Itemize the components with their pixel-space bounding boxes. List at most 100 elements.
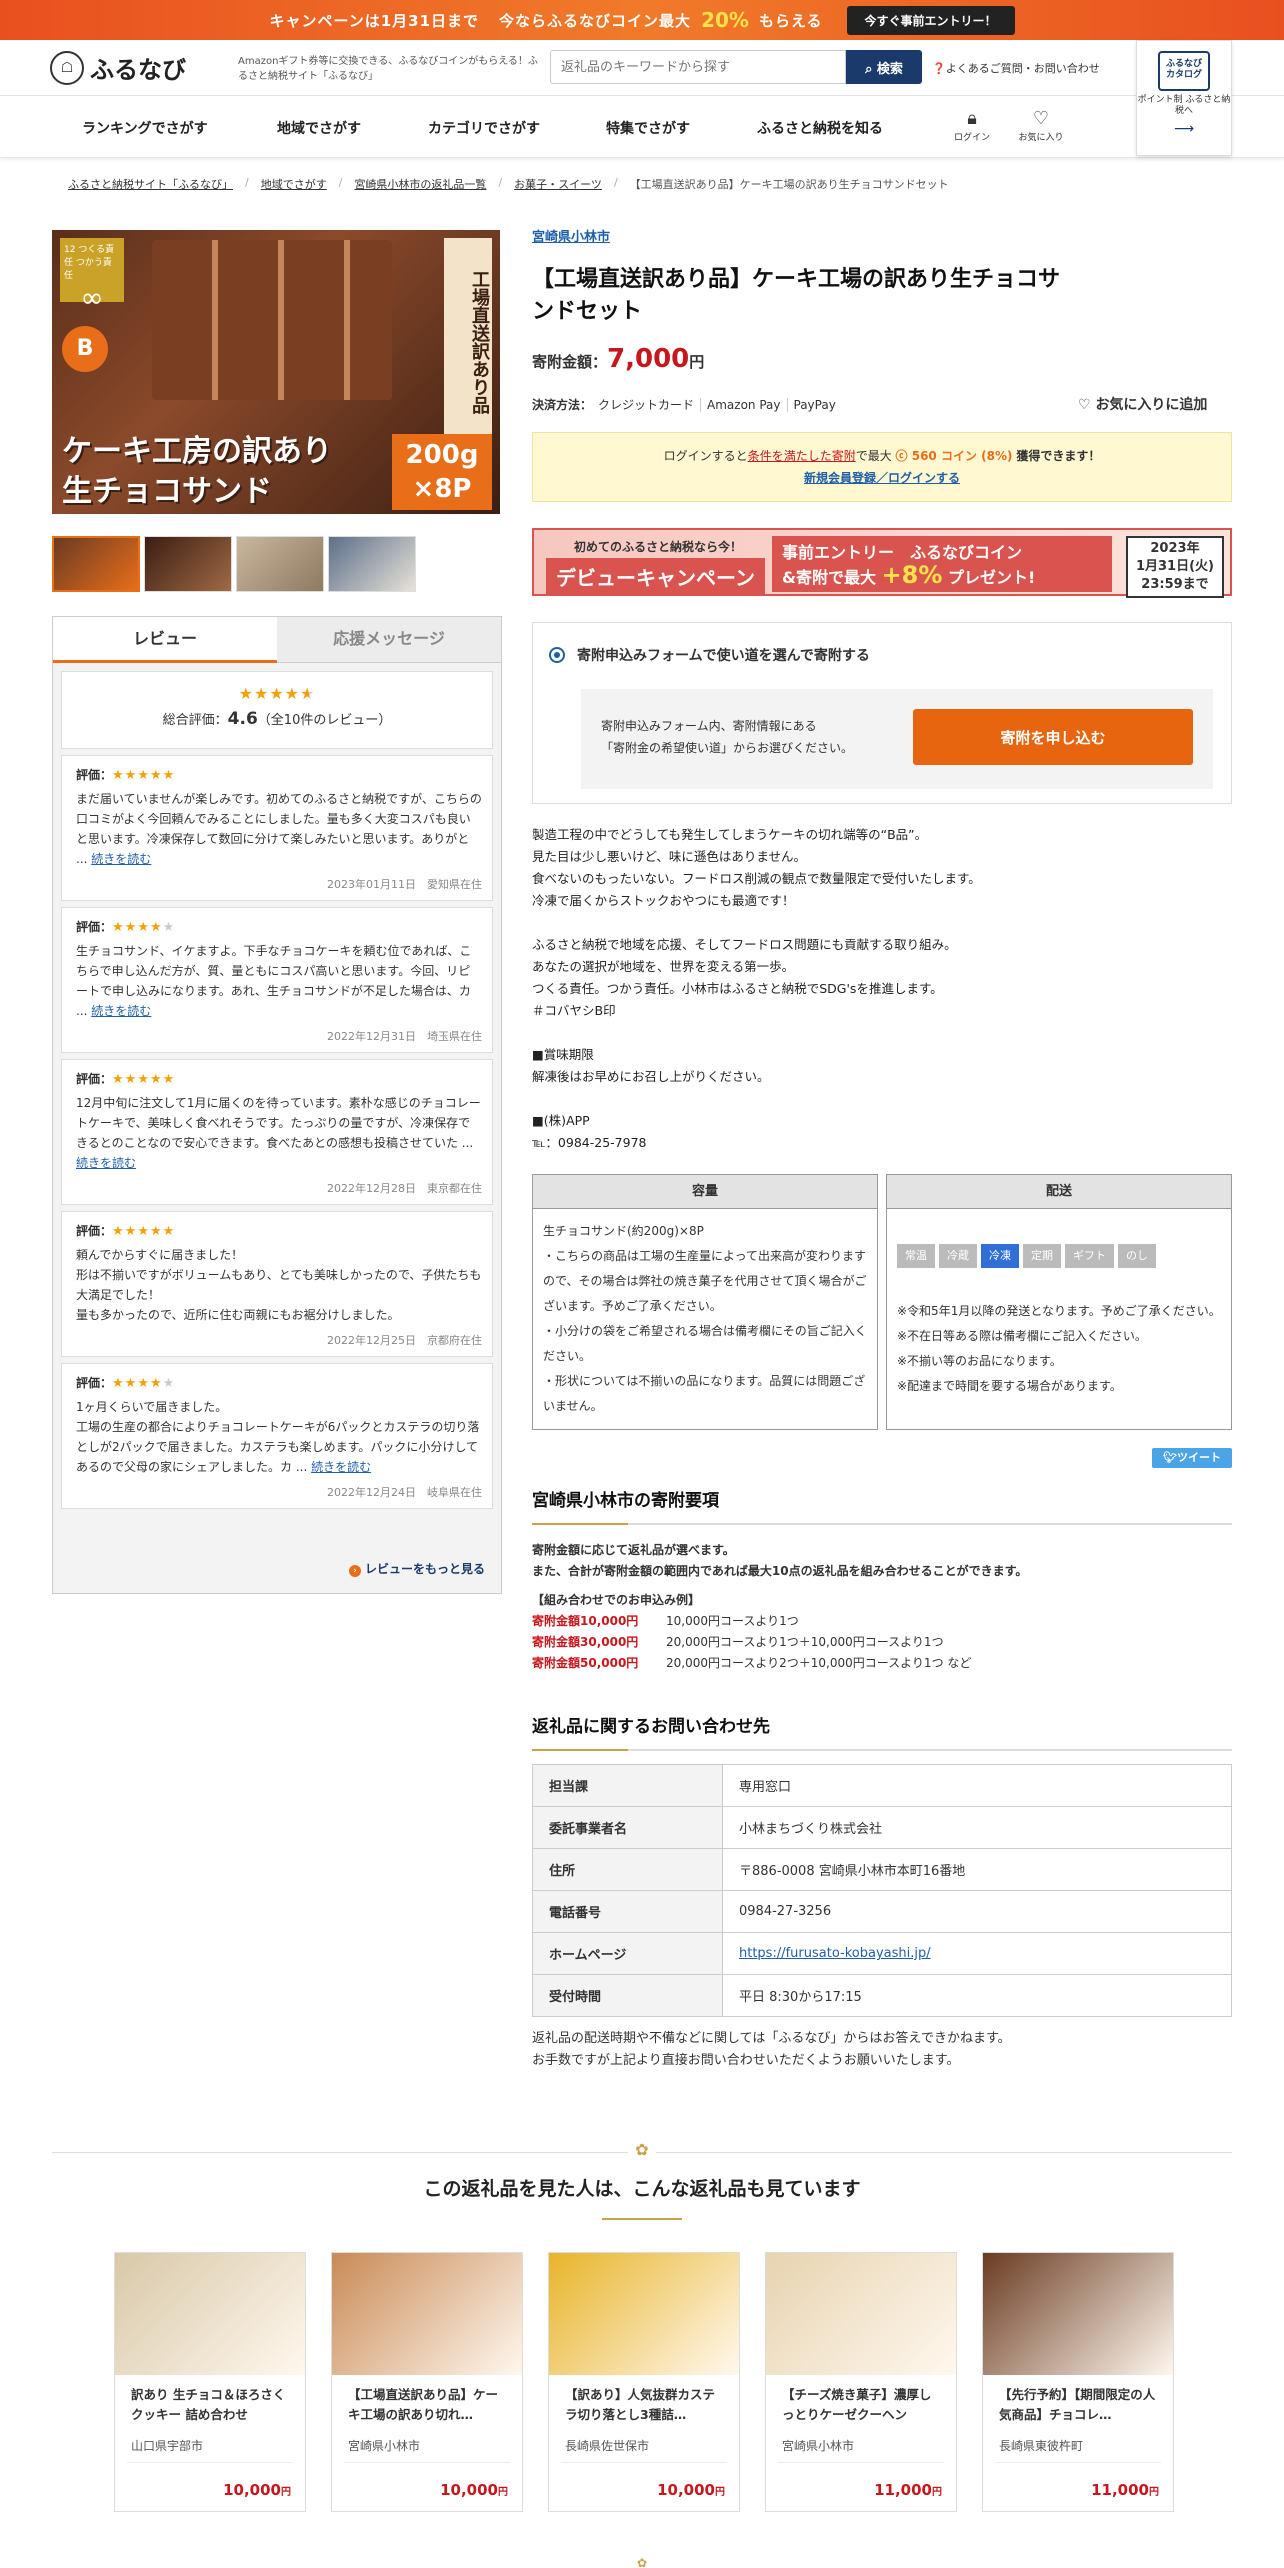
example-amount: 寄附金額50,000円 xyxy=(532,1656,639,1670)
review-list: 評価：★★★★★ まだ届いていませんが楽しみです。初めてのふるさと納税ですが、こち… xyxy=(53,755,501,1509)
contact-row: 受付時間 平日 8:30から17:15 xyxy=(532,1974,1232,2017)
campaign-text: 今ならふるなびコイン最大 xyxy=(499,11,692,30)
register-login-link[interactable]: 新規会員登録／ログインする xyxy=(804,471,960,485)
recommended-image xyxy=(549,2253,739,2375)
guide-example-row: 寄附金額10,000円 10,000円コースより1つ xyxy=(532,1611,1232,1632)
debut-offer: 事前エントリー ふるなびコイン &寄附で最大 +8% プレゼント! xyxy=(772,536,1112,592)
contact-row: ホームページ https://furusato-kobayashi.jp/ xyxy=(532,1932,1232,1975)
review-stars-on: ★★★★★ xyxy=(112,1224,176,1239)
nav-category[interactable]: カテゴリでさがす xyxy=(428,118,540,138)
add-favorite-button[interactable]: ♡ お気に入りに追加 xyxy=(1078,394,1207,414)
read-more-link[interactable]: 続きを読む xyxy=(91,1004,151,1018)
rating-line: 総合評価：4.6（全10件のレビュー） xyxy=(62,709,492,729)
breadcrumb-region[interactable]: 地域でさがす xyxy=(261,176,327,192)
site-logo[interactable]: ☖ ふるなび xyxy=(50,50,186,85)
read-more-link[interactable]: 続きを読む xyxy=(311,1460,371,1474)
review-item: 評価：★★★★★ まだ届いていませんが楽しみです。初めてのふるさと納税ですが、こち… xyxy=(61,755,493,901)
recommended-price-unit: 円 xyxy=(715,2487,725,2498)
tab-messages[interactable]: 応援メッセージ xyxy=(277,617,501,663)
recommended-price-amount: 10,000 xyxy=(440,2481,498,2499)
campaign-banner[interactable]: キャンペーンは1月31日まで 今ならふるなびコイン最大 20% もらえる 今すぐ… xyxy=(0,0,1284,40)
debut-campaign-banner[interactable]: 初めてのふるさと納税なら今！ デビューキャンペーン 事前エントリー ふるなびコイ… xyxy=(532,528,1232,598)
review-text: 頼んでからすぐに届きました！ 形は不揃いですがボリュームもあり、とても美味しかっ… xyxy=(76,1248,482,1322)
image-headline-2: 生チョコサンド xyxy=(62,474,272,509)
guide-line2: また、合計が寄附金額の範囲内であれば最大10点の返礼品を組み合わせることができま… xyxy=(532,1564,1028,1578)
recommended-card[interactable]: 【先行予約】【期間限定の人気商品】チョコレ… 長崎県東彼杵町 11,000円 xyxy=(982,2252,1174,2512)
recommended-card[interactable]: 【訳あり】人気抜群カステラ切り落とし3種詰… 長崎県佐世保市 10,000円 xyxy=(548,2252,740,2512)
guide-example-row: 寄附金額30,000円 20,000円コースより1つ＋10,000円コースより1つ xyxy=(532,1632,1232,1653)
recommended-price-amount: 10,000 xyxy=(223,2481,281,2499)
review-rating: 評価：★★★★★ xyxy=(76,1374,482,1391)
login-label: ログイン xyxy=(953,133,990,143)
contact-value: 専用窓口 xyxy=(739,1780,792,1795)
login-button[interactable]: 🔒︎ ログイン xyxy=(942,108,1002,143)
review-stars-icon: ★★★★★ xyxy=(112,1072,175,1087)
debut-deadline: 2023年 1月31日(火) 23:59まで xyxy=(1125,536,1224,598)
thumbnail-3[interactable] xyxy=(236,536,324,592)
tweet-button[interactable]: 🐦︎ツイート xyxy=(1152,1448,1232,1468)
municipality-link[interactable]: 宮崎県小林市 xyxy=(532,226,610,245)
notice-post: 獲得できます！ xyxy=(1016,449,1101,463)
search-button[interactable]: ⌕ 検索 xyxy=(846,50,922,84)
favorites-button[interactable]: ♡ お気に入り xyxy=(1011,108,1071,143)
breadcrumb-municipality[interactable]: 宮崎県小林市の返礼品一覧 xyxy=(354,176,486,192)
shipping-body-wrap: 常温 冷蔵 冷凍 定期 ギフト のし ※令和5年1月以降の発送となります。予めご了承くださ… xyxy=(887,1209,1231,1434)
catalog-book-icon: ふるなび カタログ xyxy=(1158,51,1210,91)
nav-ranking[interactable]: ランキングでさがす xyxy=(82,118,208,138)
campaign-text-end: もらえる xyxy=(758,11,823,30)
breadcrumb-home[interactable]: ふるさと納税サイト「ふるなび」 xyxy=(68,176,233,192)
example-combination: 20,000円コースより1つ＋10,000円コースより1つ xyxy=(666,1635,944,1649)
nav-region[interactable]: 地域でさがす xyxy=(277,118,361,138)
radio-selected-icon[interactable] xyxy=(549,647,565,663)
review-meta: 2022年12月24日 岐阜県在住 xyxy=(327,1486,482,1499)
more-reviews-link[interactable]: › レビューをもっと見る xyxy=(348,1560,485,1577)
recommended-price: 11,000円 xyxy=(1091,2481,1159,2499)
review-item: 評価：★★★★★ 12月中旬に注文して1月に届くのを待っています。素朴な感じのチョ… xyxy=(61,1059,493,1205)
shipping-tag: 冷凍 xyxy=(981,1244,1019,1268)
example-combination: 20,000円コースより2つ＋10,000円コースより1つ など xyxy=(666,1656,972,1670)
nav-feature[interactable]: 特集でさがす xyxy=(606,118,690,138)
review-stars-icon: ★★★★★ xyxy=(112,920,175,935)
tweet-label: ツイート xyxy=(1176,1451,1221,1464)
review-item: 評価：★★★★★ 生チョコサンド、イケますよ。下手なチョコケーキを頼む位であれば、… xyxy=(61,907,493,1053)
recommended-card[interactable]: 訳あり 生チョコ＆ほろさくクッキー 詰め合わせ 山口県宇部市 10,000円 xyxy=(114,2252,306,2512)
logo-mark-icon: ☖ xyxy=(50,50,84,85)
review-meta: 2022年12月31日 埼玉県在住 xyxy=(327,1030,482,1043)
rating-prefix: 総合評価： xyxy=(162,713,228,728)
thumbnail-2[interactable] xyxy=(144,536,232,592)
contact-value: 小林まちづくり株式会社 xyxy=(739,1822,883,1837)
faq-link[interactable]: ❓よくあるご質問・お問い合わせ xyxy=(932,60,1100,76)
recommended-location: 宮崎県小林市 xyxy=(344,2433,510,2463)
homepage-link[interactable]: https://furusato-kobayashi.jp/ xyxy=(739,1946,931,1961)
pre-entry-button[interactable]: 今すぐ事前エントリー！ xyxy=(846,5,1015,35)
review-stars-off: ★ xyxy=(162,1376,176,1391)
review-stars-off: ★ xyxy=(162,920,176,935)
recommended-card[interactable]: 【チーズ焼き菓子】濃厚しっとりケーゼクーヘン 宮崎県小林市 11,000円 xyxy=(765,2252,957,2512)
contact-value: 平日 8:30から17:15 xyxy=(739,1990,862,2005)
recommended-card[interactable]: 【工場直送訳あり品】ケーキ工場の訳あり切れ… 宮崎県小林市 10,000円 xyxy=(331,2252,523,2512)
heart-icon: ♡ xyxy=(1078,397,1096,413)
read-more-link[interactable]: 続きを読む xyxy=(76,1156,136,1170)
thumbnail-1[interactable] xyxy=(52,536,140,592)
image-count: ×8P xyxy=(412,474,472,504)
catalog-link[interactable]: ふるなび カタログ ポイント制 ふるさと納税へ ⟶ xyxy=(1136,40,1232,156)
review-rating-label: 評価： xyxy=(76,920,113,934)
apply-option[interactable]: 寄附申込みフォームで使い道を選んで寄附する xyxy=(549,645,870,665)
product-main-image[interactable]: 12 つくる責任 つかう責任 ∞ B 工場直送訳あり品 ケーキ工房の訳あり 生チョ… xyxy=(52,230,500,514)
thumbnail-4[interactable] xyxy=(328,536,416,592)
apply-inner: 寄附申込みフォーム内、寄附情報にある 「寄附金の希望使い道」からお選びください。… xyxy=(581,689,1213,789)
search-input[interactable] xyxy=(550,50,846,84)
cake-photo xyxy=(152,240,392,400)
read-more-link[interactable]: 続きを読む xyxy=(91,852,151,866)
review-stars-on: ★★★★★ xyxy=(112,768,176,783)
contact-value: 〒886-0008 宮崎県小林市本町16番地 xyxy=(739,1864,966,1879)
review-item: 評価：★★★★★ 1ヶ月くらいで届きました。 工場の生産の都合によりチョコレートケ… xyxy=(61,1363,493,1509)
conditions-link[interactable]: 条件を満たした寄附 xyxy=(748,449,856,463)
apply-donation-button[interactable]: 寄附を申し込む xyxy=(913,709,1193,765)
breadcrumb-category[interactable]: お菓子・スイーツ xyxy=(514,176,602,192)
tab-review[interactable]: レビュー xyxy=(53,617,277,663)
example-amount: 寄附金額10,000円 xyxy=(532,1614,639,1628)
recommended-price-unit: 円 xyxy=(498,2487,508,2498)
nav-about[interactable]: ふるさと納税を知る xyxy=(757,118,883,138)
site-tagline: Amazonギフト券等に交換できる、ふるなびコインがもらえる！ふるさと納税サイト… xyxy=(238,56,538,82)
